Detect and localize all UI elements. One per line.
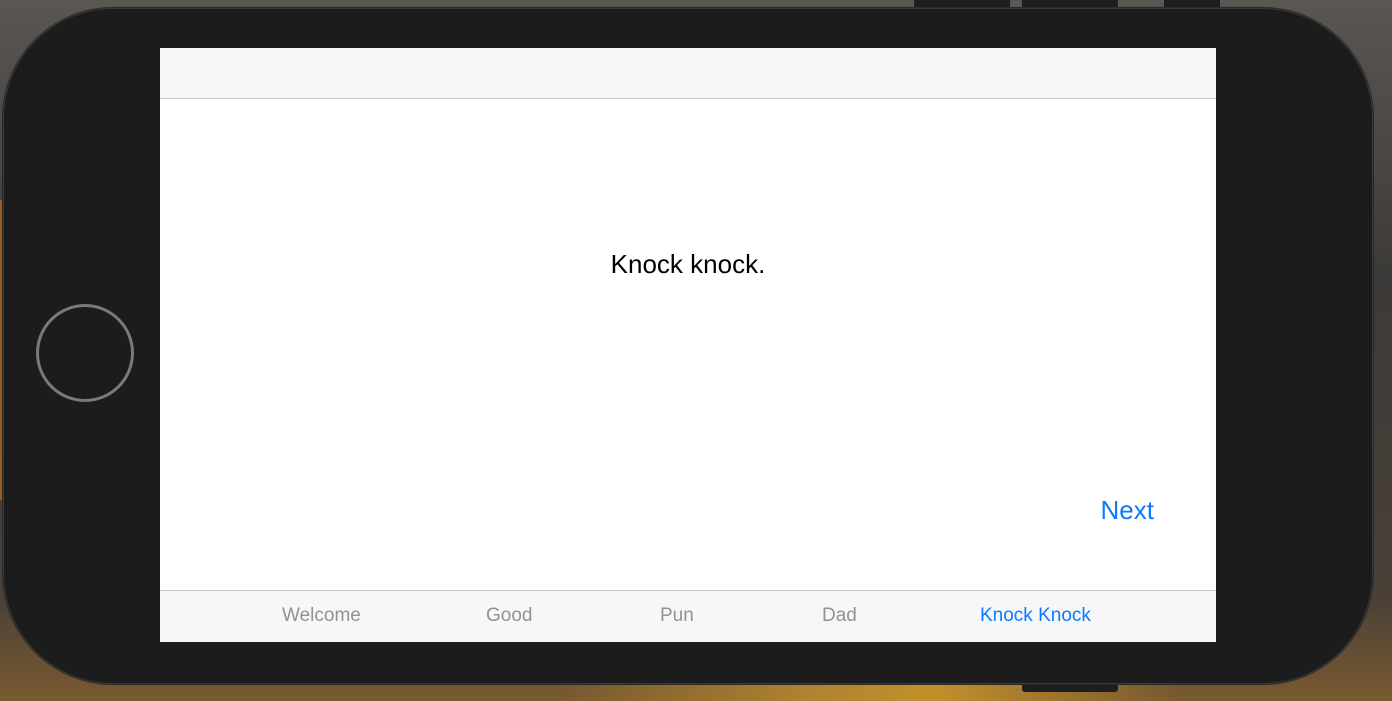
joke-content-area: Knock knock. Next [160,99,1216,590]
tab-knock-knock[interactable]: Knock Knock [980,605,1091,627]
tab-pun[interactable]: Pun [660,605,694,627]
joke-text: Knock knock. [610,249,766,279]
home-button[interactable] [36,304,134,402]
navigation-bar [160,48,1216,99]
tab-dad[interactable]: Dad [822,605,857,627]
tab-good[interactable]: Good [486,605,532,627]
next-button[interactable]: Next [1101,495,1154,526]
app-screen: Knock knock. Next Welcome Good Pun Dad K… [160,48,1216,642]
tab-bar: Welcome Good Pun Dad Knock Knock [160,590,1216,642]
tab-welcome[interactable]: Welcome [282,605,361,627]
